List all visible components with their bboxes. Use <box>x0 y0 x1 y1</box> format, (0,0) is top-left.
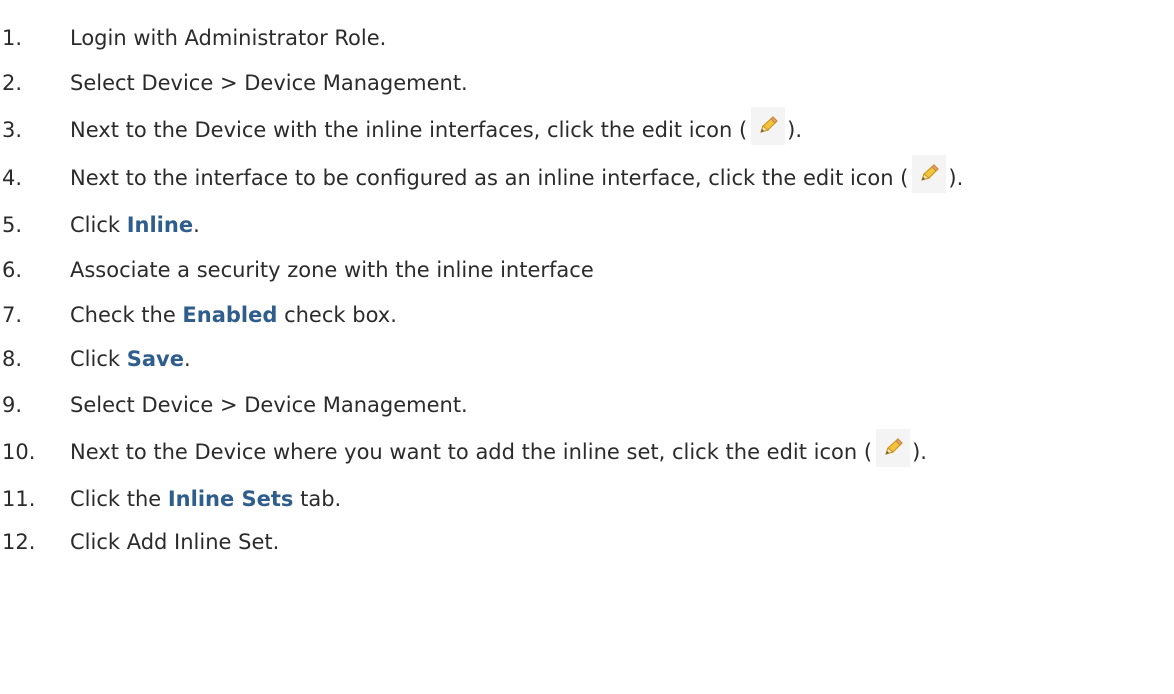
pencil-icon <box>912 155 947 193</box>
step-text-segment: Select Device > Device Management. <box>70 71 468 95</box>
step-text-segment: Next to the Device where you want to add… <box>70 440 873 464</box>
step-number: 9. <box>2 393 23 417</box>
step-number: 6. <box>2 258 23 282</box>
pencil-icon <box>876 429 911 467</box>
step-text: Click Add Inline Set. <box>70 522 279 562</box>
step-text-segment: Select Device > Device Management. <box>70 393 468 417</box>
step-text-segment: Next to the interface to be configured a… <box>70 166 909 190</box>
step-text: Associate a security zone with the inlin… <box>70 250 594 290</box>
ui-keyword: Inline <box>126 213 194 237</box>
step-text-segment: Click <box>70 213 127 237</box>
step-text-segment: Next to the Device with the inline inter… <box>70 118 748 142</box>
ui-keyword: Save <box>126 347 184 371</box>
step-text-segment: Click <box>70 347 127 371</box>
pencil-icon-graphic <box>885 438 903 455</box>
instruction-list: 1. Login with Administrator Role. 2. Select… <box>0 0 1174 694</box>
pencil-icon <box>751 107 786 145</box>
step-text: Click Inline. <box>70 205 200 245</box>
step-text: Select Device > Device Management. <box>70 63 468 103</box>
step-number: 1. <box>2 26 23 50</box>
step-number: 11. <box>2 487 36 511</box>
step-number: 5. <box>2 213 23 237</box>
pencil-icon-graphic <box>921 164 940 181</box>
step-number: 8. <box>2 347 23 371</box>
step-number: 7. <box>2 303 23 327</box>
step-text: Login with Administrator Role. <box>70 18 386 58</box>
step-text-segment: check box. <box>277 303 397 327</box>
step-text-segment: Click Add Inline Set. <box>70 530 280 554</box>
step-text: Click the Inline Sets tab. <box>70 479 341 519</box>
ui-keyword: Inline Sets <box>167 487 294 511</box>
step-text: Click Save. <box>70 339 191 379</box>
step-number: 12. <box>2 530 36 554</box>
step-number: 10. <box>2 440 36 464</box>
step-text-segment: Click the <box>70 487 168 511</box>
step-text: Next to the Device with the inline inter… <box>70 107 803 150</box>
step-text-segment: Check the <box>70 303 183 327</box>
step-text-segment: Login with Administrator Role. <box>70 26 387 50</box>
step-text: Next to the Device where you want to add… <box>70 429 927 472</box>
pencil-icon-graphic <box>760 116 778 133</box>
step-number: 2. <box>2 71 23 95</box>
step-text-segment: Associate a security zone with the inlin… <box>70 258 594 282</box>
step-number: 3. <box>2 118 23 142</box>
step-text: Select Device > Device Management. <box>70 385 468 425</box>
step-text-segment: . <box>183 347 191 371</box>
step-text-segment: ). <box>948 166 964 190</box>
step-text: Next to the interface to be configured a… <box>70 155 964 198</box>
step-text-segment: ). <box>787 118 803 142</box>
step-text-segment: ). <box>912 440 927 464</box>
step-text: Check the Enabled check box. <box>70 295 397 335</box>
step-text-segment: . <box>193 213 200 237</box>
step-number: 4. <box>2 166 23 190</box>
step-text-segment: tab. <box>293 487 342 511</box>
ui-keyword: Enabled <box>182 303 278 327</box>
